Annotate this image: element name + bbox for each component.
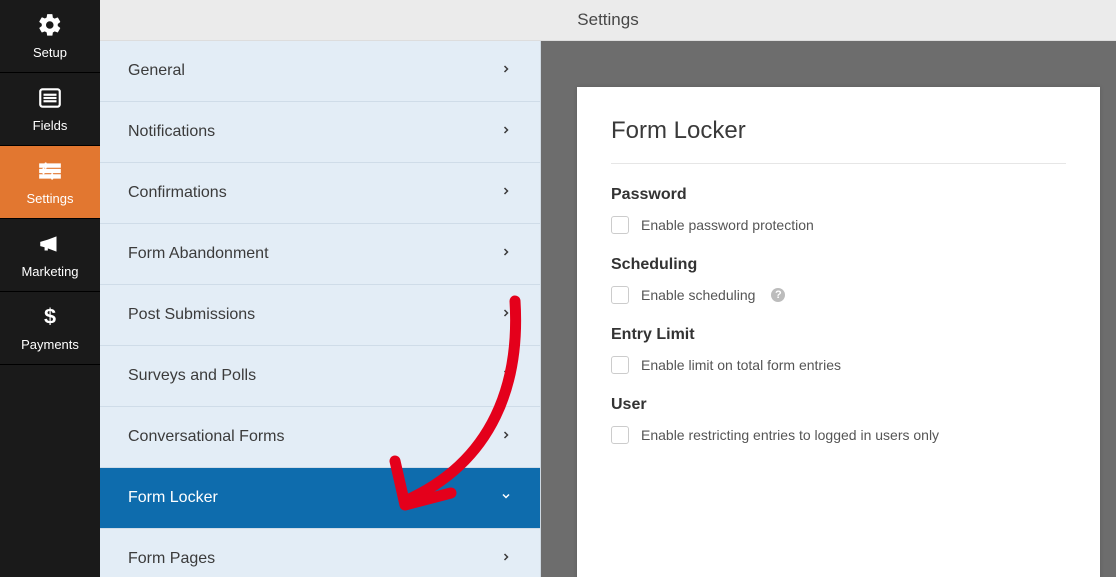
option-label: Enable limit on total form entries	[641, 357, 841, 373]
list-icon	[37, 85, 63, 114]
nav-label: Fields	[33, 118, 68, 133]
option-user: Enable restricting entries to logged in …	[611, 426, 1066, 444]
settings-item-label: Notifications	[128, 123, 215, 141]
nav-label: Payments	[21, 337, 79, 352]
settings-item-notifications[interactable]: Notifications	[100, 102, 540, 163]
checkbox-password[interactable]	[611, 216, 629, 234]
option-entrylimit: Enable limit on total form entries	[611, 356, 1066, 374]
chevron-right-icon	[500, 62, 512, 80]
bullhorn-icon	[37, 231, 63, 260]
right-area: Settings General Notifications Confirmat…	[100, 0, 1116, 577]
nav-payments[interactable]: $ Payments	[0, 292, 100, 365]
checkbox-scheduling[interactable]	[611, 286, 629, 304]
settings-item-label: Surveys and Polls	[128, 367, 256, 385]
topbar: Settings	[100, 0, 1116, 41]
section-user-title: User	[611, 396, 1066, 414]
nav-settings[interactable]: Settings	[0, 146, 100, 219]
settings-item-general[interactable]: General	[100, 41, 540, 102]
settings-item-label: General	[128, 62, 185, 80]
checkbox-user[interactable]	[611, 426, 629, 444]
icon-sidebar: Setup Fields Settings Marketing $ Paymen…	[0, 0, 100, 577]
chevron-right-icon	[500, 550, 512, 568]
option-label: Enable scheduling	[641, 287, 755, 303]
settings-item-label: Form Abandonment	[128, 245, 269, 263]
sidebar-filler	[0, 365, 100, 577]
nav-fields[interactable]: Fields	[0, 73, 100, 146]
settings-item-label: Post Submissions	[128, 306, 255, 324]
chevron-right-icon	[500, 184, 512, 202]
section-scheduling-title: Scheduling	[611, 256, 1066, 274]
help-icon[interactable]: ?	[771, 288, 785, 302]
option-label: Enable password protection	[641, 217, 814, 233]
nav-label: Marketing	[21, 264, 78, 279]
app-root: Setup Fields Settings Marketing $ Paymen…	[0, 0, 1116, 577]
settings-list: General Notifications Confirmations Form…	[100, 41, 541, 577]
checkbox-entrylimit[interactable]	[611, 356, 629, 374]
chevron-right-icon	[500, 306, 512, 324]
form-locker-card: Form Locker Password Enable password pro…	[577, 87, 1100, 577]
chevron-right-icon	[500, 245, 512, 263]
settings-item-form-pages[interactable]: Form Pages	[100, 529, 540, 577]
section-password-title: Password	[611, 186, 1066, 204]
card-title: Form Locker	[611, 117, 1066, 164]
option-label: Enable restricting entries to logged in …	[641, 427, 939, 443]
chevron-right-icon	[500, 367, 512, 385]
option-scheduling: Enable scheduling ?	[611, 286, 1066, 304]
panel-background: Form Locker Password Enable password pro…	[541, 41, 1116, 577]
chevron-right-icon	[500, 428, 512, 446]
page-title: Settings	[577, 10, 638, 30]
nav-label: Settings	[27, 191, 74, 206]
chevron-down-icon	[500, 489, 512, 507]
nav-label: Setup	[33, 45, 67, 60]
section-entrylimit-title: Entry Limit	[611, 326, 1066, 344]
settings-item-form-abandonment[interactable]: Form Abandonment	[100, 224, 540, 285]
settings-item-label: Form Locker	[128, 489, 218, 507]
sliders-icon	[37, 158, 63, 187]
main-area: General Notifications Confirmations Form…	[100, 41, 1116, 577]
settings-item-confirmations[interactable]: Confirmations	[100, 163, 540, 224]
svg-text:$: $	[44, 304, 56, 329]
nav-marketing[interactable]: Marketing	[0, 219, 100, 292]
settings-item-label: Form Pages	[128, 550, 215, 568]
settings-item-label: Confirmations	[128, 184, 227, 202]
dollar-icon: $	[37, 304, 63, 333]
settings-item-conversational-forms[interactable]: Conversational Forms	[100, 407, 540, 468]
settings-item-form-locker[interactable]: Form Locker	[100, 468, 540, 529]
gear-icon	[37, 12, 63, 41]
settings-item-surveys-polls[interactable]: Surveys and Polls	[100, 346, 540, 407]
chevron-right-icon	[500, 123, 512, 141]
option-password: Enable password protection	[611, 216, 1066, 234]
settings-item-post-submissions[interactable]: Post Submissions	[100, 285, 540, 346]
settings-item-label: Conversational Forms	[128, 428, 285, 446]
nav-setup[interactable]: Setup	[0, 0, 100, 73]
